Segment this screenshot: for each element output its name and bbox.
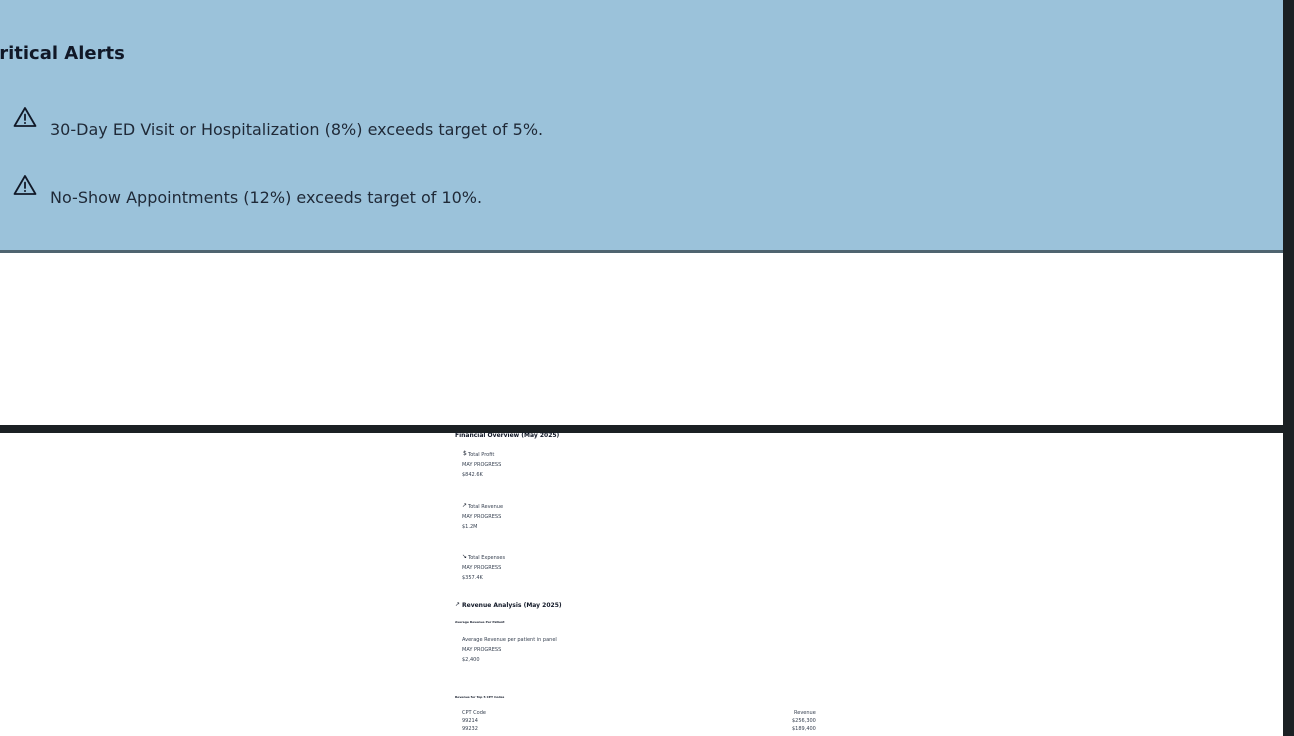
total-revenue-sub: MAY PROGRESS — [462, 514, 502, 520]
alert-text: 30-Day ED Visit or Hospitalization (8%) … — [50, 120, 544, 139]
total-revenue-label: Total Revenue — [468, 504, 504, 510]
alert-item: 30-Day ED Visit or Hospitalization (8%) … — [13, 106, 1213, 146]
trend-down-icon: ↘ — [462, 553, 468, 560]
alerts-panel-border — [0, 250, 1283, 253]
alert-text: No-Show Appointments (12%) exceeds targe… — [50, 188, 483, 207]
avg-revenue-label: Average Revenue per patient in panel — [462, 637, 557, 643]
scrollbar-track[interactable] — [1283, 0, 1294, 736]
revenue-analysis-title: Revenue Analysis (May 2025) — [462, 602, 562, 609]
critical-alerts-title: Critical Alerts — [0, 43, 125, 64]
total-expenses-label: Total Expenses — [468, 555, 506, 561]
alert-item: No-Show Appointments (12%) exceeds targe… — [13, 174, 1213, 214]
trend-up-icon: ↗ — [455, 601, 461, 608]
total-profit-sub: MAY PROGRESS — [462, 462, 502, 468]
cpt-cell-revenue: $189,400 — [792, 726, 816, 732]
avg-revenue-value: $2,400 — [462, 657, 480, 663]
cpt-cell-code: 99214 — [462, 718, 478, 724]
cpt-section-title: Revenue for Top 5 CPT Codes — [455, 695, 505, 699]
dashboard-page: Critical Alerts 30-Day ED Visit or Hospi… — [0, 0, 1294, 736]
avg-revenue-section-title: Average Revenue Per Patient — [455, 620, 505, 624]
total-profit-value: $842.6K — [462, 472, 483, 478]
financial-overview-title: Financial Overview (May 2025) — [455, 432, 560, 439]
warning-triangle-icon — [13, 106, 37, 128]
section-divider — [0, 425, 1294, 433]
total-revenue-value: $1.2M — [462, 524, 478, 530]
cpt-header-code: CPT Code — [462, 710, 486, 716]
total-expenses-value: $357.4K — [462, 575, 483, 581]
cpt-cell-revenue: $256,300 — [792, 718, 816, 724]
total-profit-label: Total Profit — [468, 452, 495, 458]
warning-triangle-icon — [13, 174, 37, 196]
cpt-header-revenue: Revenue — [794, 710, 816, 716]
dollar-icon: $ — [463, 450, 467, 457]
cpt-cell-code: 99232 — [462, 726, 478, 732]
total-expenses-sub: MAY PROGRESS — [462, 565, 502, 571]
trend-up-icon: ↗ — [462, 502, 468, 509]
avg-revenue-sub: MAY PROGRESS — [462, 647, 502, 653]
critical-alerts-panel: Critical Alerts 30-Day ED Visit or Hospi… — [0, 0, 1283, 250]
